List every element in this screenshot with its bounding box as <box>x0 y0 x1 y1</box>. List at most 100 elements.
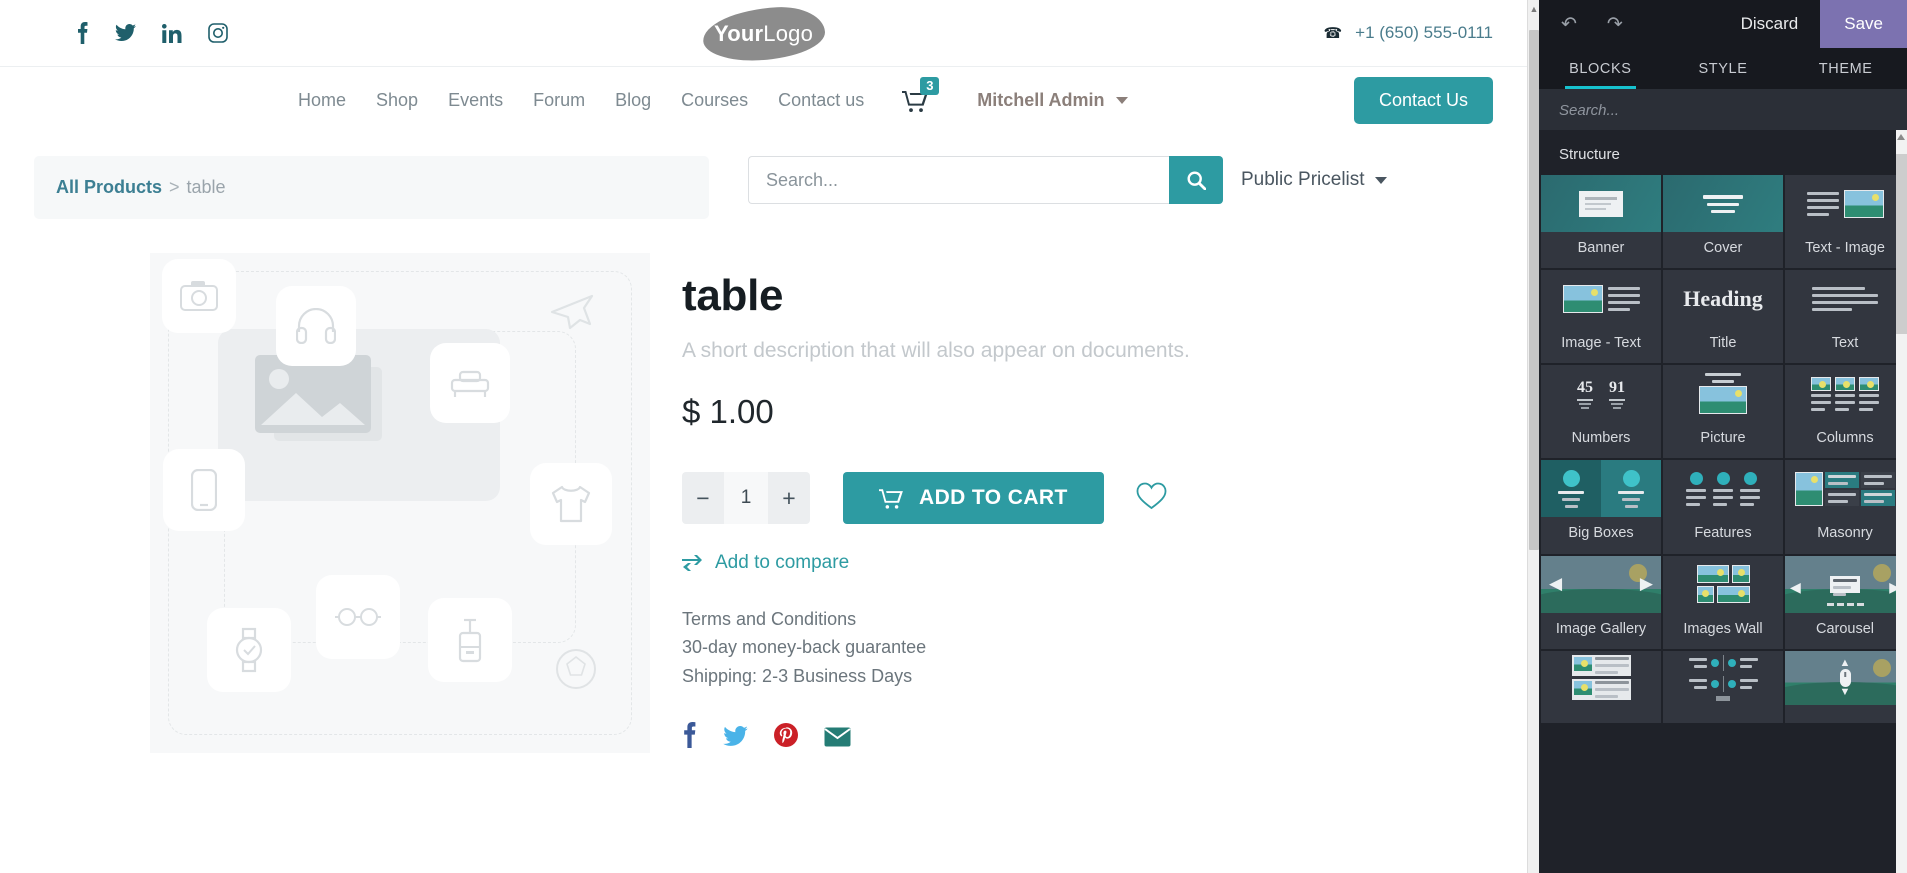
top-bar: Your Logo ☎ +1 (650) 555-0111 <box>0 0 1527 66</box>
block-label: Features <box>1694 525 1752 542</box>
tab-theme[interactable]: THEME <box>1784 48 1907 89</box>
numbers-value-b: 91 <box>1609 378 1625 396</box>
blocks-grid: Banner Cover Text - Image Image - Text H… <box>1539 175 1907 723</box>
block-text[interactable]: Text <box>1785 270 1905 364</box>
block-label: Image - Text <box>1561 335 1641 352</box>
product-detail: table A short description that will also… <box>0 219 1527 755</box>
breadcrumb-all-products[interactable]: All Products <box>56 177 162 197</box>
columns-thumbnail-icon <box>1785 365 1905 422</box>
scroll-up-arrow-icon[interactable] <box>1897 134 1905 140</box>
website-editor-panel: ↶ ↷ Discard Save BLOCKS STYLE THEME Stru… <box>1539 0 1907 873</box>
add-to-cart-button[interactable]: ADD TO CART <box>843 472 1104 524</box>
facebook-icon[interactable] <box>76 22 89 44</box>
quantity-decrease-button[interactable]: − <box>682 472 724 524</box>
add-to-compare-link[interactable]: Add to compare <box>682 552 1190 574</box>
comparisons-thumbnail-icon <box>1663 651 1783 705</box>
numbers-value-a: 45 <box>1577 378 1593 396</box>
search-input[interactable] <box>748 156 1169 204</box>
block-label: Text - Image <box>1805 240 1885 256</box>
bed-icon <box>430 343 510 423</box>
terms-line-3: Shipping: 2-3 Business Days <box>682 665 913 686</box>
cart-controls: − + ADD TO CART <box>682 472 1190 524</box>
blocks-section-title: Structure <box>1559 146 1620 163</box>
product-image-placeholder[interactable] <box>150 253 650 753</box>
redo-icon[interactable]: ↷ <box>1607 13 1623 36</box>
search-submit-button[interactable] <box>1169 156 1223 204</box>
nav-item-events[interactable]: Events <box>448 90 503 111</box>
save-button[interactable]: Save <box>1820 0 1907 48</box>
user-name: Mitchell Admin <box>977 90 1105 110</box>
blocks-list: Structure Banner Cover Text - Image Imag… <box>1539 130 1907 873</box>
quantity-stepper: − + <box>682 472 810 524</box>
nav-item-blog[interactable]: Blog <box>615 90 651 111</box>
block-features[interactable]: Features <box>1663 460 1783 554</box>
chevron-down-icon <box>1374 176 1387 184</box>
share-buttons <box>682 722 1190 755</box>
block-cover[interactable]: Cover <box>1663 175 1783 269</box>
tshirt-icon <box>530 463 612 545</box>
cart-icon <box>879 488 903 509</box>
block-label: Image Gallery <box>1555 620 1647 637</box>
user-menu[interactable]: Mitchell Admin <box>977 90 1128 111</box>
scroll-up-arrow-icon[interactable]: ▲ <box>1528 4 1540 14</box>
luggage-icon <box>428 598 512 682</box>
contact-us-button[interactable]: Contact Us <box>1353 77 1493 124</box>
compare-icon <box>682 555 703 571</box>
search-box <box>748 156 1223 204</box>
nav-item-shop[interactable]: Shop <box>376 90 418 111</box>
tab-blocks[interactable]: BLOCKS <box>1539 48 1662 89</box>
block-columns[interactable]: Columns <box>1785 365 1905 459</box>
block-comparisons[interactable] <box>1663 650 1783 723</box>
undo-icon[interactable]: ↶ <box>1561 13 1577 36</box>
linkedin-icon[interactable] <box>162 23 182 43</box>
phone-link[interactable]: ☎ +1 (650) 555-0111 <box>1323 23 1493 43</box>
block-banner[interactable]: Banner <box>1541 175 1661 269</box>
block-masonry[interactable]: Masonry <box>1785 460 1905 554</box>
cart-count-badge: 3 <box>920 76 940 96</box>
block-text-image[interactable]: Text - Image <box>1785 175 1905 269</box>
block-big-boxes[interactable]: Big Boxes <box>1541 460 1661 554</box>
instagram-icon[interactable] <box>208 23 228 43</box>
discard-button[interactable]: Discard <box>1719 14 1821 34</box>
app-screen: Your Logo ☎ +1 (650) 555-0111 Home Shop E… <box>0 0 1907 873</box>
email-share-icon[interactable] <box>824 723 851 754</box>
image-placeholder-icon <box>255 355 382 441</box>
pricelist-label: Public Pricelist <box>1241 169 1365 190</box>
nav-item-contact-us[interactable]: Contact us <box>778 90 864 111</box>
scrollbar-thumb[interactable] <box>1529 30 1539 550</box>
block-numbers[interactable]: 45 91 Numbers <box>1541 365 1661 459</box>
logo-text-light: Logo <box>763 21 814 46</box>
nav-item-courses[interactable]: Courses <box>681 90 748 111</box>
facebook-share-icon[interactable] <box>682 722 697 755</box>
quantity-input[interactable] <box>724 472 768 524</box>
site-logo[interactable]: Your Logo <box>0 4 1527 64</box>
panel-scrollbar-thumb[interactable] <box>1896 154 1907 334</box>
pricelist-dropdown[interactable]: Public Pricelist <box>1241 169 1387 191</box>
page-scrollbar[interactable]: ▲ <box>1527 0 1539 873</box>
editor-search-input[interactable] <box>1559 101 1907 119</box>
block-picture[interactable]: Picture <box>1663 365 1783 459</box>
phone-icon: ☎ <box>1323 25 1343 42</box>
block-image-text[interactable]: Image - Text <box>1541 270 1661 364</box>
block-media-list[interactable] <box>1541 650 1661 723</box>
breadcrumb-separator: > <box>169 177 180 197</box>
block-carousel[interactable]: ◀ ▶ Carousel <box>1785 555 1905 649</box>
tab-style[interactable]: STYLE <box>1662 48 1785 89</box>
cart-button[interactable]: 3 <box>902 76 940 112</box>
quantity-increase-button[interactable]: + <box>768 472 810 524</box>
block-mouse-scroll[interactable]: ▲ ▼ <box>1785 650 1905 723</box>
headphones-icon <box>276 286 356 366</box>
twitter-icon[interactable] <box>115 24 136 42</box>
nav-item-home[interactable]: Home <box>298 90 346 111</box>
block-image-gallery[interactable]: ◀ ▶ Image Gallery <box>1541 555 1661 649</box>
wishlist-heart-icon[interactable] <box>1136 482 1167 515</box>
mouse-scroll-thumbnail-icon: ▲ ▼ <box>1785 650 1905 705</box>
pinterest-share-icon[interactable] <box>774 723 798 754</box>
block-images-wall[interactable]: Images Wall <box>1663 555 1783 649</box>
nav-item-forum[interactable]: Forum <box>533 90 585 111</box>
airplane-icon <box>533 271 611 349</box>
block-title[interactable]: Heading Title <box>1663 270 1783 364</box>
twitter-share-icon[interactable] <box>723 723 748 754</box>
smartphone-icon <box>163 449 245 531</box>
panel-scrollbar[interactable] <box>1896 130 1907 873</box>
